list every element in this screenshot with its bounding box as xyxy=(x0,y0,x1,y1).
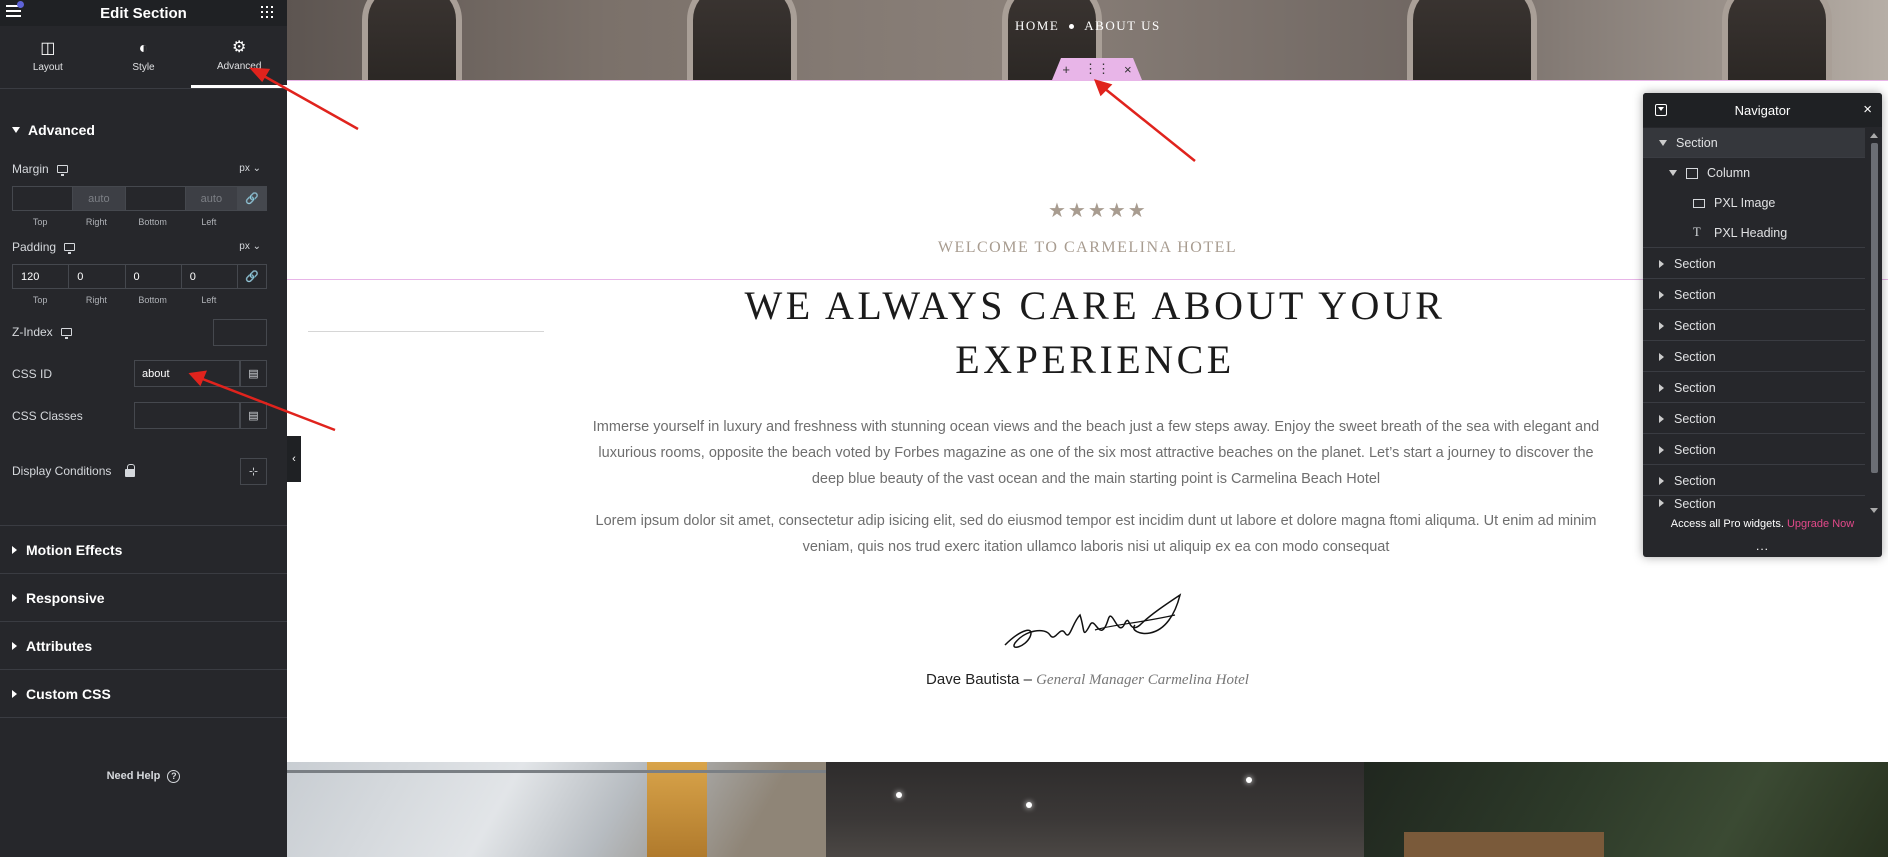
arrow-head xyxy=(188,370,207,387)
annotation-arrow xyxy=(1103,87,1196,162)
annotation-arrows xyxy=(188,67,1196,432)
annotation-arrow xyxy=(199,376,336,432)
editor-screen: Edit Section ◫ Layout ◐ Style ⚙ Advanced… xyxy=(0,0,1888,857)
annotation-arrow xyxy=(261,73,359,131)
